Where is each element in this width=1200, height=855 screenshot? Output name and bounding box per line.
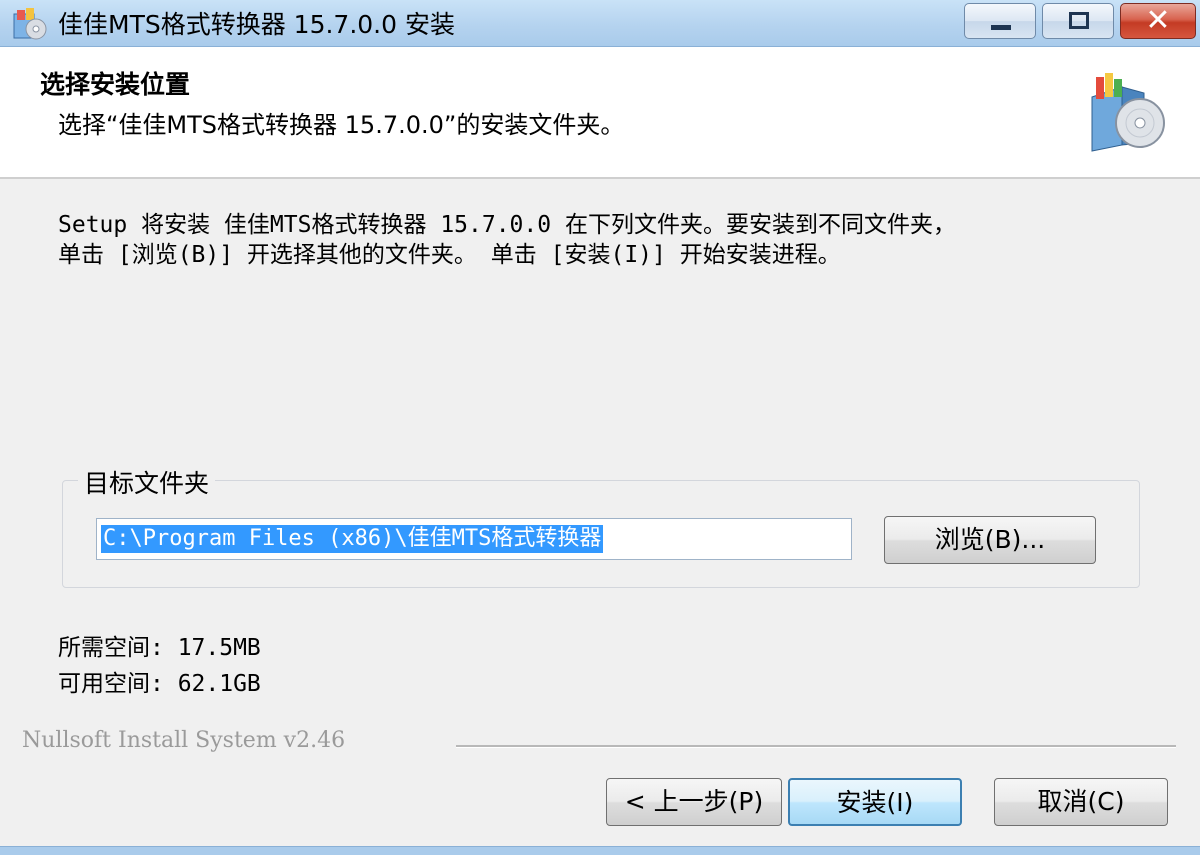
close-button[interactable]: ✕ [1120, 3, 1196, 39]
page-subtitle: 选择“佳佳MTS格式转换器 15.7.0.0”的安装文件夹。 [58, 111, 625, 139]
maximize-button[interactable] [1042, 3, 1114, 39]
minimize-button[interactable] [964, 3, 1036, 39]
branding-divider [456, 745, 1176, 748]
required-space: 所需空间: 17.5MB [58, 635, 261, 661]
maximize-icon [1069, 12, 1089, 29]
destination-path-input[interactable]: C:\Program Files (x86)\佳佳MTS格式转换器 [96, 518, 852, 560]
browse-button[interactable]: 浏览(B)... [884, 516, 1096, 564]
minimize-icon [991, 25, 1011, 30]
description-line: 单击 [浏览(B)] 开选择其他的文件夹。 单击 [安装(I)] 开始安装进程。 [58, 242, 841, 268]
nsis-branding: Nullsoft Install System v2.46 [22, 728, 346, 753]
install-button[interactable]: 安装(I) [788, 778, 962, 826]
close-icon: ✕ [1145, 3, 1171, 38]
install-description: Setup 将安装 佳佳MTS格式转换器 15.7.0.0 在下列文件夹。要安装… [58, 210, 1158, 270]
available-space: 可用空间: 62.1GB [58, 671, 261, 697]
wizard-header: 选择安装位置 选择“佳佳MTS格式转换器 15.7.0.0”的安装文件夹。 [0, 47, 1200, 179]
page-title: 选择安装位置 [40, 70, 191, 99]
cancel-button[interactable]: 取消(C) [994, 778, 1168, 826]
window-title: 佳佳MTS格式转换器 15.7.0.0 安装 [58, 10, 455, 39]
installer-app-icon [13, 8, 47, 40]
title-bar[interactable]: 佳佳MTS格式转换器 15.7.0.0 安装 ✕ [0, 0, 1200, 47]
back-button[interactable]: < 上一步(P) [606, 778, 782, 826]
installer-box-disc-icon [1091, 73, 1165, 152]
description-line: Setup 将安装 佳佳MTS格式转换器 15.7.0.0 在下列文件夹。要安装… [58, 212, 956, 238]
destination-folder-label: 目标文件夹 [78, 464, 216, 500]
destination-path-value[interactable]: C:\Program Files (x86)\佳佳MTS格式转换器 [101, 525, 604, 553]
